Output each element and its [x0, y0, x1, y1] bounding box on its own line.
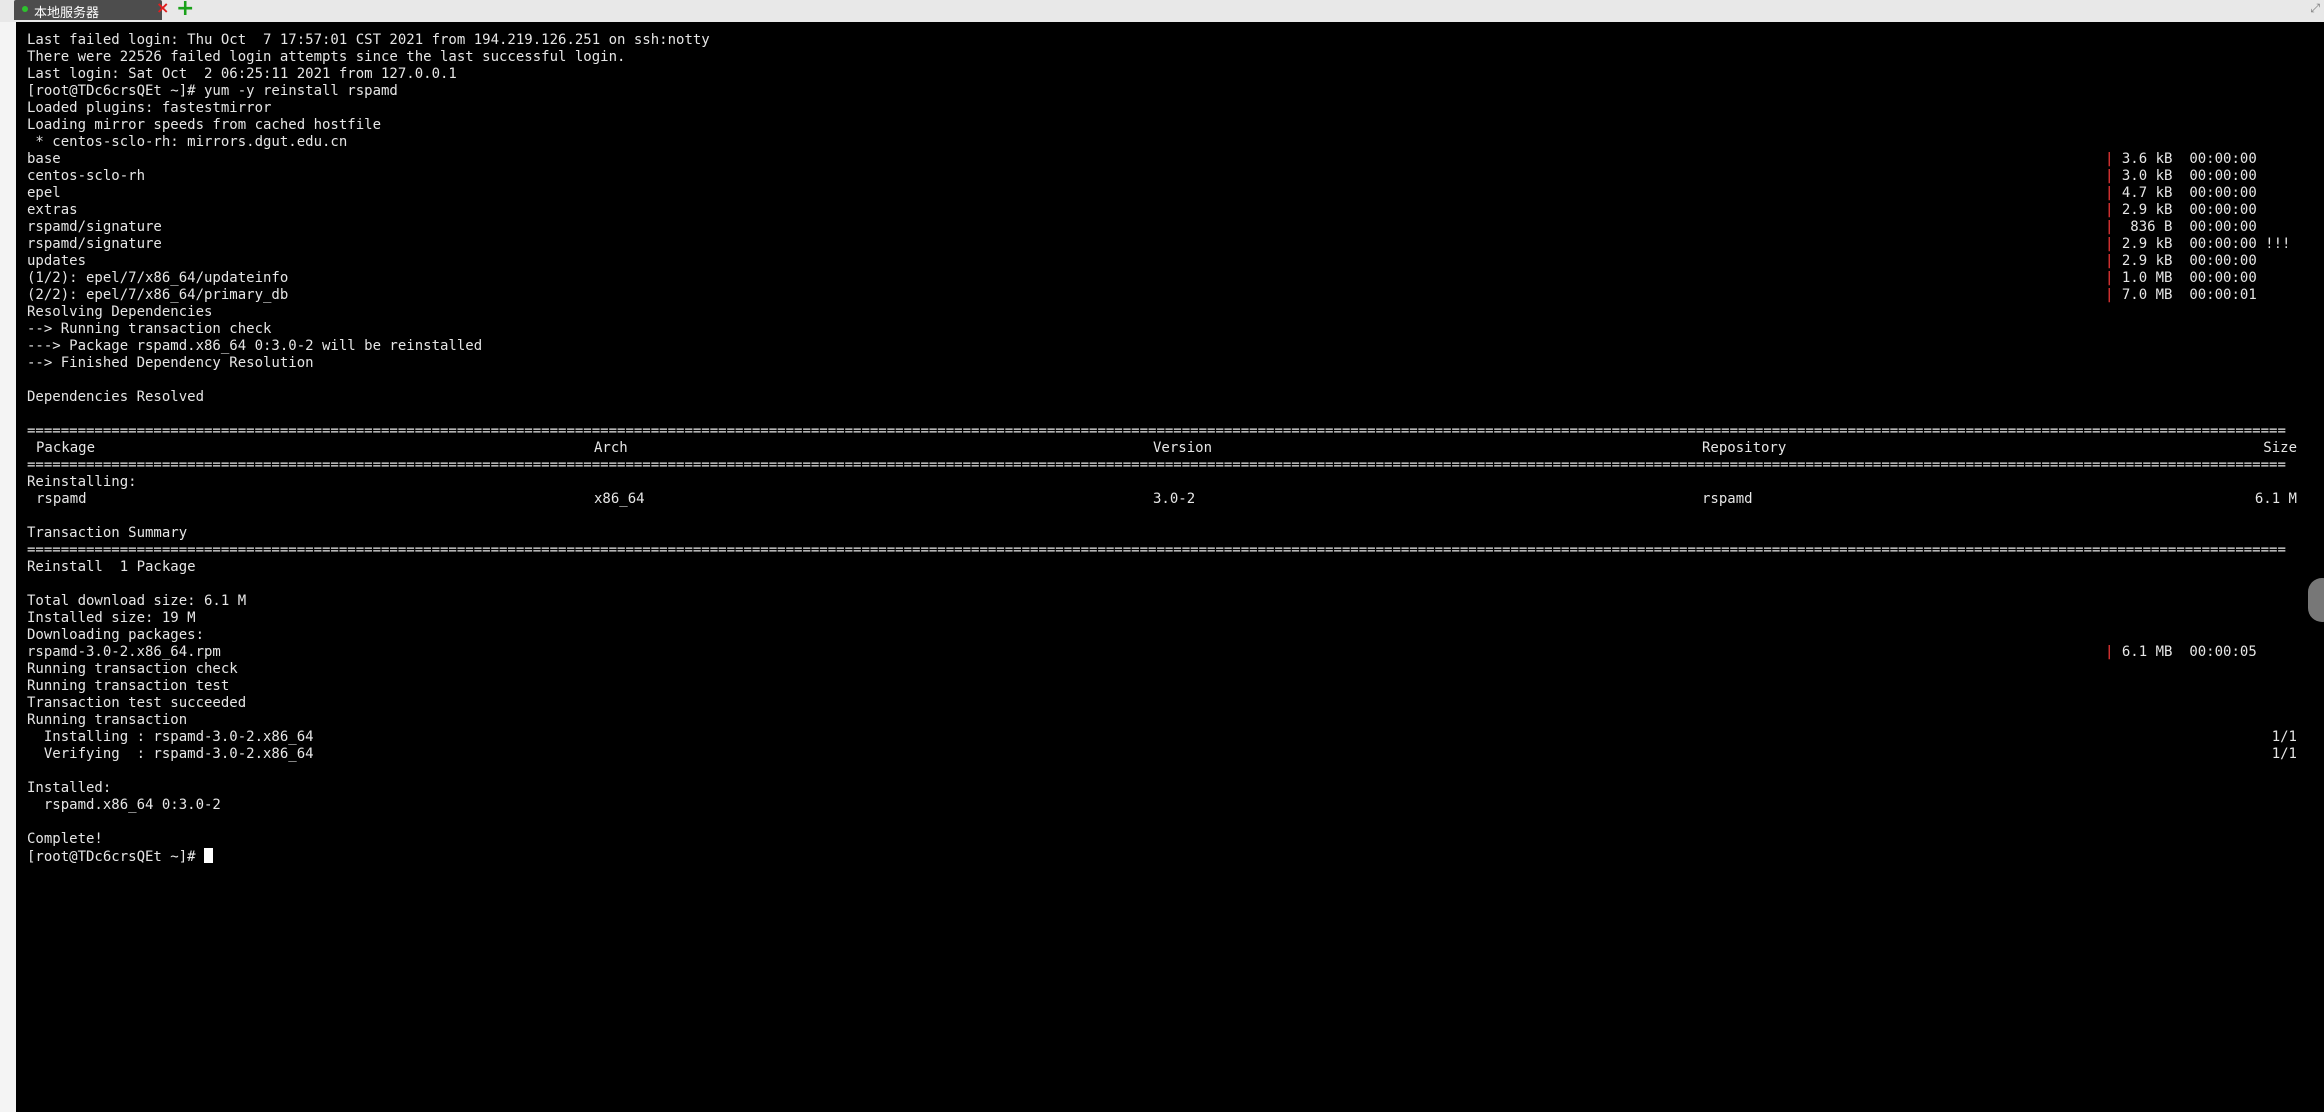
progress-line: Installing : rspamd-3.0-2.x86_64 1/1 [27, 729, 2297, 745]
terminal-line: * centos-sclo-rh: mirrors.dgut.edu.cn [27, 134, 348, 150]
terminal-line: Total download size: 6.1 M [27, 593, 247, 609]
scroll-handle[interactable] [2308, 578, 2324, 622]
add-tab-icon[interactable]: + [176, 0, 194, 21]
close-icon[interactable]: × [156, 0, 169, 18]
terminal-lines: Last failed login: Thu Oct 7 17:57:01 CS… [27, 32, 2317, 865]
tab-local-server[interactable]: 本地服务器 × [14, 0, 169, 21]
terminal-line: [root@TDc6crsQEt ~]# yum -y reinstall rs… [27, 83, 398, 99]
terminal-line: Dependencies Resolved [27, 389, 205, 405]
terminal-line: Running transaction test [27, 678, 230, 694]
repo-line: extras | 2.9 kB 00:00:00 [27, 202, 2257, 218]
download-line: rspamd-3.0-2.x86_64.rpm | 6.1 MB 00:00:05 [27, 644, 2257, 660]
table-header: Package Arch Version Repository Size [36, 440, 2297, 456]
separator-line: ========================================… [27, 457, 2286, 473]
terminal-line: Last failed login: Thu Oct 7 17:57:01 CS… [27, 32, 710, 48]
separator-line: ========================================… [27, 542, 2286, 558]
terminal-line: ---> Package rspamd.x86_64 0:3.0-2 will … [27, 338, 483, 354]
terminal-line: Loading mirror speeds from cached hostfi… [27, 117, 382, 133]
tab-bar: 本地服务器 × + ⤢ [0, 0, 2324, 23]
resize-icon[interactable]: ⤢ [2310, 1, 2320, 16]
terminal-line: Complete! [27, 831, 103, 847]
repo-line: updates | 2.9 kB 00:00:00 [27, 253, 2257, 269]
terminal-line: Downloading packages: [27, 627, 205, 643]
terminal-output[interactable]: Last failed login: Thu Oct 7 17:57:01 CS… [16, 22, 2324, 1112]
table-row: rspamd x86_64 3.0-2 rspamd 6.1 M [36, 491, 2297, 507]
terminal-cursor [204, 848, 214, 863]
terminal-line: Loaded plugins: fastestmirror [27, 100, 272, 116]
terminal-line: --> Finished Dependency Resolution [27, 355, 314, 371]
repo-line: rspamd/signature | 836 B 00:00:00 [27, 219, 2257, 235]
separator-line: ========================================… [27, 423, 2286, 439]
summary-line: Reinstall 1 Package [27, 559, 196, 575]
repo-line: centos-sclo-rh | 3.0 kB 00:00:00 [27, 168, 2257, 184]
connection-status-icon [22, 6, 28, 12]
terminal-line: Running transaction check [27, 661, 238, 677]
repo-line: base | 3.6 kB 00:00:00 [27, 151, 2257, 167]
left-gutter [0, 22, 17, 1112]
prompt-line[interactable]: [root@TDc6crsQEt ~]# [27, 848, 2317, 865]
terminal-line: Resolving Dependencies [27, 304, 213, 320]
shell-prompt: [root@TDc6crsQEt ~]# [27, 849, 205, 865]
terminal-line: Transaction test succeeded [27, 695, 247, 711]
repo-line: (2/2): epel/7/x86_64/primary_db | 7.0 MB … [27, 287, 2257, 303]
summary-title: Transaction Summary [27, 525, 188, 541]
terminal-line: Installed: [27, 780, 112, 796]
terminal-line: rspamd.x86_64 0:3.0-2 [27, 797, 221, 813]
tab-label: 本地服务器 [34, 6, 100, 21]
repo-line: rspamd/signature | 2.9 kB 00:00:00 !!! [27, 236, 2291, 252]
repo-line: epel | 4.7 kB 00:00:00 [27, 185, 2257, 201]
terminal-line: --> Running transaction check [27, 321, 272, 337]
terminal-line: Last login: Sat Oct 2 06:25:11 2021 from… [27, 66, 457, 82]
terminal-line: There were 22526 failed login attempts s… [27, 49, 626, 65]
repo-line: (1/2): epel/7/x86_64/updateinfo | 1.0 MB … [27, 270, 2257, 286]
terminal-line: Running transaction [27, 712, 188, 728]
table-section: Reinstalling: [27, 474, 137, 490]
terminal-line: Installed size: 19 M [27, 610, 196, 626]
progress-line: Verifying : rspamd-3.0-2.x86_64 1/1 [27, 746, 2297, 762]
